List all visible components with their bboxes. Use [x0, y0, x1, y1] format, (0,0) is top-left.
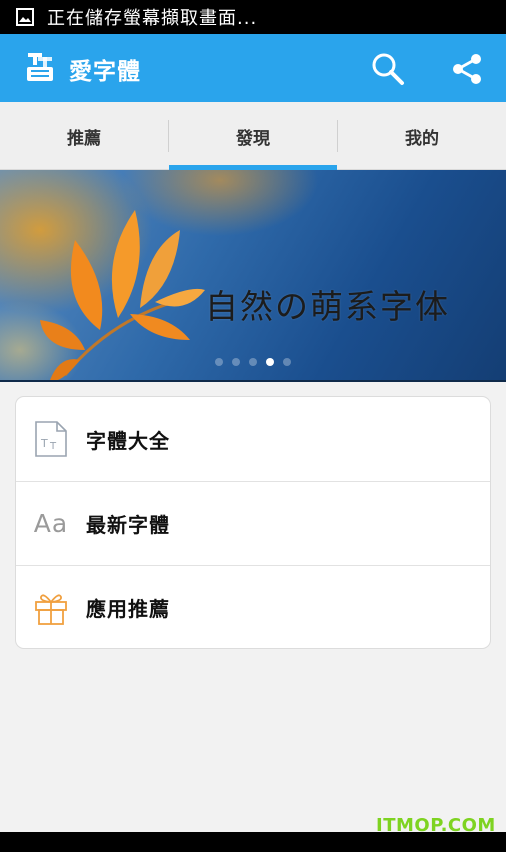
carousel-dot[interactable]: [215, 358, 223, 366]
search-icon: [372, 53, 404, 85]
menu-item-new-fonts[interactable]: Aa 最新字體: [16, 481, 490, 565]
tab-bar: 推薦 發現 我的: [0, 102, 506, 170]
font-document-icon: T T: [33, 419, 69, 459]
search-button[interactable]: [368, 49, 408, 89]
gift-icon: [33, 588, 69, 628]
menu-card: T T 字體大全 Aa 最新字體 應用推薦: [15, 396, 491, 649]
share-icon: [453, 54, 481, 84]
image-notification-icon: [16, 8, 34, 26]
banner-title: 自然の萌系字体: [205, 287, 450, 326]
watermark: ITMOP.COM: [376, 815, 496, 836]
status-text: 正在儲存螢幕擷取畫面...: [47, 8, 258, 29]
font-logo-icon: [27, 53, 53, 81]
menu-item-font-library[interactable]: T T 字體大全: [16, 397, 490, 481]
app-bar: 愛字體: [0, 34, 506, 102]
app-title: 愛字體: [69, 59, 141, 85]
leaf-illustration: [40, 210, 205, 380]
carousel-dot[interactable]: [283, 358, 291, 366]
tab-discover[interactable]: 發現: [169, 102, 337, 170]
aa-text-icon: Aa: [33, 504, 69, 544]
svg-text:T: T: [40, 437, 48, 450]
carousel-indicator: [215, 358, 291, 366]
svg-text:T: T: [49, 441, 57, 452]
menu-item-label: 應用推薦: [86, 597, 170, 621]
share-button[interactable]: [447, 49, 487, 89]
tab-mine[interactable]: 我的: [338, 102, 506, 170]
tab-recommend[interactable]: 推薦: [0, 102, 168, 170]
carousel-dot-active[interactable]: [266, 358, 274, 366]
carousel-dot[interactable]: [232, 358, 240, 366]
menu-item-app-recommend[interactable]: 應用推薦: [16, 565, 490, 648]
banner-carousel[interactable]: 自然の萌系字体: [0, 170, 506, 380]
aa-icon-text: Aa: [33, 509, 69, 538]
banner-divider: [0, 380, 506, 382]
status-bar: 正在儲存螢幕擷取畫面...: [0, 0, 506, 34]
menu-item-label: 最新字體: [86, 513, 170, 537]
carousel-dot[interactable]: [249, 358, 257, 366]
menu-item-label: 字體大全: [86, 428, 170, 453]
